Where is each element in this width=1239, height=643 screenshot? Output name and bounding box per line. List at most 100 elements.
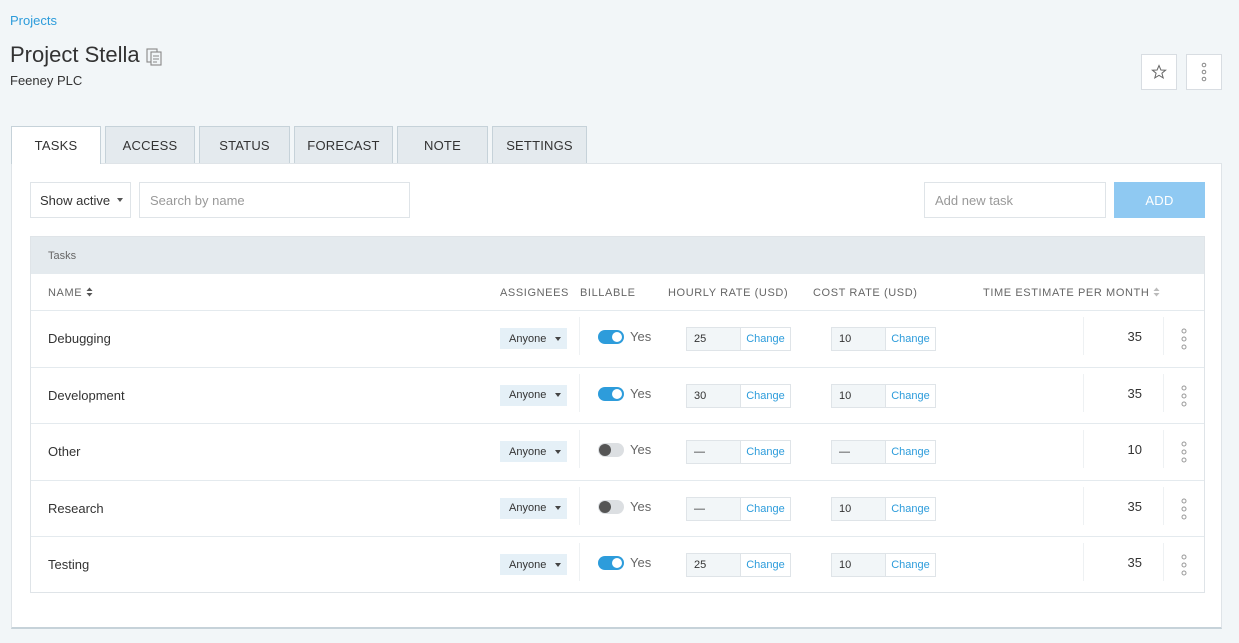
- more-vertical-icon: [1201, 62, 1207, 82]
- billable-toggle[interactable]: [598, 556, 624, 570]
- hourly-rate-change-button[interactable]: Change: [741, 441, 790, 463]
- more-vertical-icon: [1181, 554, 1187, 576]
- tab-access[interactable]: ACCESS: [105, 126, 195, 164]
- task-name[interactable]: Development: [48, 388, 125, 403]
- column-divider: [1163, 317, 1164, 355]
- tab-note[interactable]: NOTE: [397, 126, 488, 164]
- billable-toggle[interactable]: [598, 330, 624, 344]
- cost-rate-value: —: [832, 441, 886, 463]
- cost-rate-change-button[interactable]: Change: [886, 328, 935, 350]
- assignee-select[interactable]: Anyone: [500, 497, 567, 519]
- toggle-knob: [612, 558, 622, 568]
- billable-toggle[interactable]: [598, 386, 624, 401]
- more-vertical-icon: [1181, 328, 1187, 350]
- billable-toggle[interactable]: [598, 443, 624, 457]
- time-estimate-value: 10: [1127, 442, 1142, 457]
- assignee-select[interactable]: Anyone: [500, 328, 567, 349]
- time-estimate-value: 35: [1127, 498, 1142, 514]
- table-row: Development Anyone Yes 30 Change 10 Chan…: [31, 368, 1204, 424]
- caret-down-icon: [555, 562, 562, 567]
- hourly-rate-value: 30: [687, 384, 741, 407]
- row-more-button[interactable]: [1179, 554, 1189, 576]
- column-header-estimate[interactable]: TIME ESTIMATE PER MONTH: [983, 287, 1160, 299]
- hourly-rate-change-button[interactable]: Change: [741, 554, 790, 576]
- task-name[interactable]: Debugging: [48, 331, 111, 346]
- hourly-rate-value: 25: [687, 328, 741, 350]
- toggle-knob: [599, 500, 611, 513]
- caret-down-icon: [555, 506, 562, 510]
- cost-rate-change-button[interactable]: Change: [886, 497, 935, 520]
- add-task-button[interactable]: ADD: [1114, 182, 1205, 218]
- hourly-rate-field: 25 Change: [686, 327, 791, 351]
- column-divider: [1163, 543, 1164, 581]
- billable-toggle[interactable]: [598, 499, 624, 514]
- hourly-rate-field: — Change: [686, 496, 791, 521]
- column-divider: [1083, 430, 1084, 468]
- toggle-knob: [612, 388, 622, 399]
- caret-down-icon: [555, 393, 562, 397]
- new-task-input[interactable]: [924, 182, 1106, 218]
- column-divider: [1163, 430, 1164, 468]
- toggle-knob: [599, 444, 611, 456]
- hourly-rate-change-button[interactable]: Change: [741, 328, 790, 350]
- hourly-rate-change-button[interactable]: Change: [741, 497, 790, 520]
- time-estimate-value: 35: [1127, 329, 1142, 344]
- search-input[interactable]: [139, 182, 410, 218]
- tab-tasks[interactable]: TASKS: [11, 126, 101, 164]
- breadcrumb-projects[interactable]: Projects: [10, 13, 57, 28]
- task-name[interactable]: Other: [48, 444, 81, 459]
- more-vertical-icon: [1181, 441, 1187, 463]
- assignee-value: Anyone: [509, 389, 547, 401]
- assignee-value: Anyone: [509, 502, 547, 514]
- title-row: Project Stella: [10, 42, 162, 68]
- task-name[interactable]: Research: [48, 501, 104, 516]
- cost-rate-field: 10 Change: [831, 383, 936, 408]
- project-more-button[interactable]: [1186, 54, 1222, 90]
- hourly-rate-value: —: [687, 497, 741, 520]
- caret-down-icon: [555, 336, 562, 341]
- copy-icon[interactable]: [146, 48, 162, 66]
- row-more-button[interactable]: [1179, 328, 1189, 350]
- row-more-button[interactable]: [1179, 498, 1189, 520]
- tasks-panel: Show active ADD Tasks NAME ASSIGNEES BIL…: [11, 163, 1222, 629]
- task-name[interactable]: Testing: [48, 557, 89, 572]
- assignee-select[interactable]: Anyone: [500, 554, 567, 575]
- tab-forecast[interactable]: FORECAST: [294, 126, 393, 164]
- column-header-hourly-rate: HOURLY RATE (USD): [668, 287, 789, 299]
- assignee-select[interactable]: Anyone: [500, 384, 567, 406]
- client-name: Feeney PLC: [10, 73, 83, 88]
- hourly-rate-value: 25: [687, 554, 741, 576]
- column-divider: [579, 317, 580, 355]
- column-divider: [579, 486, 580, 525]
- column-divider: [1163, 486, 1164, 525]
- hourly-rate-field: 30 Change: [686, 383, 791, 408]
- tab-settings[interactable]: SETTINGS: [492, 126, 587, 164]
- column-header-name[interactable]: NAME: [48, 287, 93, 299]
- cost-rate-change-button[interactable]: Change: [886, 554, 935, 576]
- assignee-value: Anyone: [509, 445, 547, 458]
- column-header-assignees: ASSIGNEES: [500, 287, 569, 299]
- table-row: Research Anyone Yes — Change 10 Change 3…: [31, 481, 1204, 537]
- cost-rate-change-button[interactable]: Change: [886, 384, 935, 407]
- tasks-table: Tasks NAME ASSIGNEES BILLABLE HOURLY RAT…: [30, 236, 1205, 593]
- column-divider: [1163, 373, 1164, 412]
- hourly-rate-change-button[interactable]: Change: [741, 384, 790, 407]
- favorite-button[interactable]: [1141, 54, 1177, 90]
- cost-rate-field: 10 Change: [831, 553, 936, 577]
- more-vertical-icon: [1181, 498, 1187, 519]
- column-divider: [1083, 543, 1084, 581]
- caret-down-icon: [555, 449, 562, 454]
- billable-label: Yes: [630, 555, 652, 570]
- column-header-billable: BILLABLE: [580, 287, 636, 299]
- row-more-button[interactable]: [1179, 385, 1189, 407]
- row-more-button[interactable]: [1179, 441, 1189, 463]
- status-filter-select[interactable]: Show active: [30, 182, 131, 218]
- billable-label: Yes: [630, 442, 652, 457]
- cost-rate-value: 10: [832, 328, 886, 350]
- sort-icon: [1153, 287, 1160, 297]
- tab-status[interactable]: STATUS: [199, 126, 290, 164]
- cost-rate-change-button[interactable]: Change: [886, 441, 935, 463]
- table-row: Other Anyone Yes — Change — Change 10: [31, 424, 1204, 481]
- column-divider: [579, 430, 580, 468]
- assignee-select[interactable]: Anyone: [500, 441, 567, 462]
